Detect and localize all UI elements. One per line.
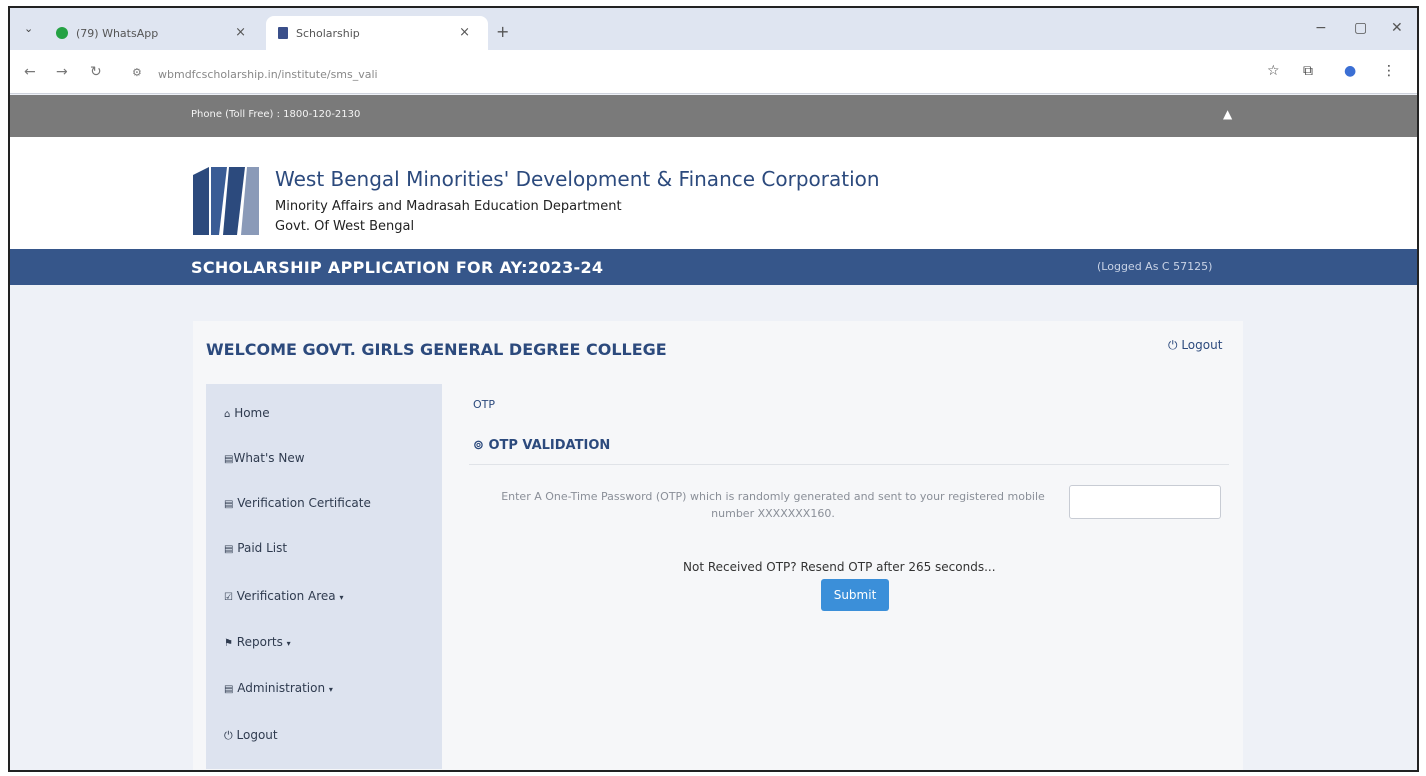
sidebar-item-verification-area[interactable]: ☑ Verification Area ▾ [224, 589, 344, 603]
close-tab-icon[interactable]: × [235, 25, 246, 40]
logout-link[interactable]: ⏻ Logout [1168, 338, 1222, 353]
sidebar-item-label: Administration [237, 681, 326, 695]
sidebar-item-whats-new[interactable]: ▤What's New [224, 451, 305, 465]
sidebar-item-label: Home [234, 406, 270, 420]
scholarship-favicon-icon [278, 27, 288, 39]
back-icon[interactable]: ← [24, 64, 36, 80]
list-icon: ▤ [224, 684, 234, 695]
sidebar-item-label: Logout [236, 728, 278, 742]
browser-tab-strip: ⌄ (79) WhatsApp × Scholarship × + − ▢ ✕ [10, 8, 1417, 50]
sidebar-item-label: Verification Area [236, 589, 336, 603]
tab-title: Scholarship [296, 26, 360, 40]
user-icon[interactable]: ▲ [1223, 107, 1232, 121]
sidebar-item-reports[interactable]: ⚑ Reports ▾ [224, 635, 291, 649]
minimize-icon[interactable]: − [1315, 20, 1327, 36]
url-text[interactable]: wbmdfcscholarship.in/institute/sms_vali [158, 68, 378, 81]
otp-instruction: Enter A One-Time Password (OTP) which is… [501, 490, 1045, 520]
sidebar-item-label: What's New [233, 451, 305, 465]
sidebar-item-home[interactable]: ⌂ Home [224, 406, 270, 420]
section-divider [469, 464, 1229, 465]
checkbox-icon: ☑ [224, 592, 233, 603]
flag-icon: ⚑ [224, 638, 233, 649]
power-icon: ⏻ [224, 729, 233, 742]
tab-whatsapp[interactable]: (79) WhatsApp × [44, 16, 264, 50]
sidebar-item-verification-certificate[interactable]: ▤ Verification Certificate [224, 496, 371, 510]
logged-as-text: (Logged As C 57125) [1097, 260, 1213, 273]
target-icon: ⊚ [473, 438, 484, 453]
tab-title: (79) WhatsApp [76, 26, 159, 40]
resend-otp-text: Not Received OTP? Resend OTP after 265 s… [683, 560, 996, 574]
banner-title: SCHOLARSHIP APPLICATION FOR AY:2023-24 [191, 258, 604, 277]
browser-menu-icon[interactable]: ⋮ [1382, 63, 1396, 79]
site-top-bar: Phone (Toll Free) : 1800-120-2130 ▲ [10, 95, 1417, 137]
main-content: OTP ⊚ OTP VALIDATION Enter A One-Time Pa… [469, 384, 1233, 769]
power-icon: ⏻ [1168, 338, 1178, 352]
home-icon: ⌂ [224, 409, 231, 420]
tab-scholarship[interactable]: Scholarship × [266, 16, 488, 50]
sidebar-menu: ⌂ Home ▤What's New ▤ Verification Certif… [206, 384, 442, 769]
phone-number: Phone (Toll Free) : 1800-120-2130 [191, 109, 361, 120]
site-header: West Bengal Minorities' Development & Fi… [10, 137, 1417, 249]
section-title: ⊚ OTP VALIDATION [473, 438, 610, 453]
government-name: Govt. Of West Bengal [275, 219, 415, 234]
sidebar-item-label: Paid List [237, 541, 288, 555]
breadcrumb: OTP [473, 398, 496, 411]
caret-down-icon: ▾ [286, 639, 291, 648]
screenshot-frame: ⌄ (79) WhatsApp × Scholarship × + − ▢ ✕ … [8, 6, 1419, 772]
site-info-icon[interactable]: ⚙ [132, 66, 142, 79]
otp-input[interactable] [1069, 485, 1221, 519]
extensions-icon[interactable]: ⧉ [1303, 63, 1313, 79]
close-window-icon[interactable]: ✕ [1391, 20, 1403, 36]
sidebar-item-paid-list[interactable]: ▤ Paid List [224, 541, 287, 555]
browser-address-bar: ← → ↻ ⚙ wbmdfcscholarship.in/institute/s… [10, 50, 1417, 94]
bookmark-star-icon[interactable]: ☆ [1267, 63, 1280, 79]
logout-label: Logout [1181, 338, 1223, 352]
list-icon: ▤ [224, 499, 234, 510]
sidebar-item-label: Verification Certificate [237, 496, 371, 510]
sidebar-item-administration[interactable]: ▤ Administration ▾ [224, 681, 333, 695]
content-card: WELCOME GOVT. GIRLS GENERAL DEGREE COLLE… [193, 321, 1243, 770]
welcome-heading: WELCOME GOVT. GIRLS GENERAL DEGREE COLLE… [206, 340, 667, 359]
tab-search-chevron-icon[interactable]: ⌄ [24, 22, 33, 35]
application-banner: SCHOLARSHIP APPLICATION FOR AY:2023-24 (… [10, 249, 1417, 285]
list-icon: ▤ [224, 544, 234, 555]
reload-icon[interactable]: ↻ [90, 64, 102, 80]
wbmdfc-logo-icon [193, 167, 259, 235]
new-tab-button[interactable]: + [496, 22, 509, 41]
caret-down-icon: ▾ [328, 685, 333, 694]
section-title-text: OTP VALIDATION [488, 438, 611, 453]
department-name: Minority Affairs and Madrasah Education … [275, 199, 622, 214]
maximize-icon[interactable]: ▢ [1354, 20, 1367, 36]
profile-icon[interactable]: ● [1344, 63, 1356, 79]
sidebar-item-label: Reports [236, 635, 283, 649]
submit-button[interactable]: Submit [821, 579, 889, 611]
close-tab-icon[interactable]: × [459, 25, 470, 40]
whatsapp-icon [56, 27, 68, 39]
forward-icon[interactable]: → [56, 64, 68, 80]
sidebar-item-logout[interactable]: ⏻ Logout [224, 728, 278, 743]
organization-title: West Bengal Minorities' Development & Fi… [275, 167, 880, 191]
caret-down-icon: ▾ [339, 593, 344, 602]
